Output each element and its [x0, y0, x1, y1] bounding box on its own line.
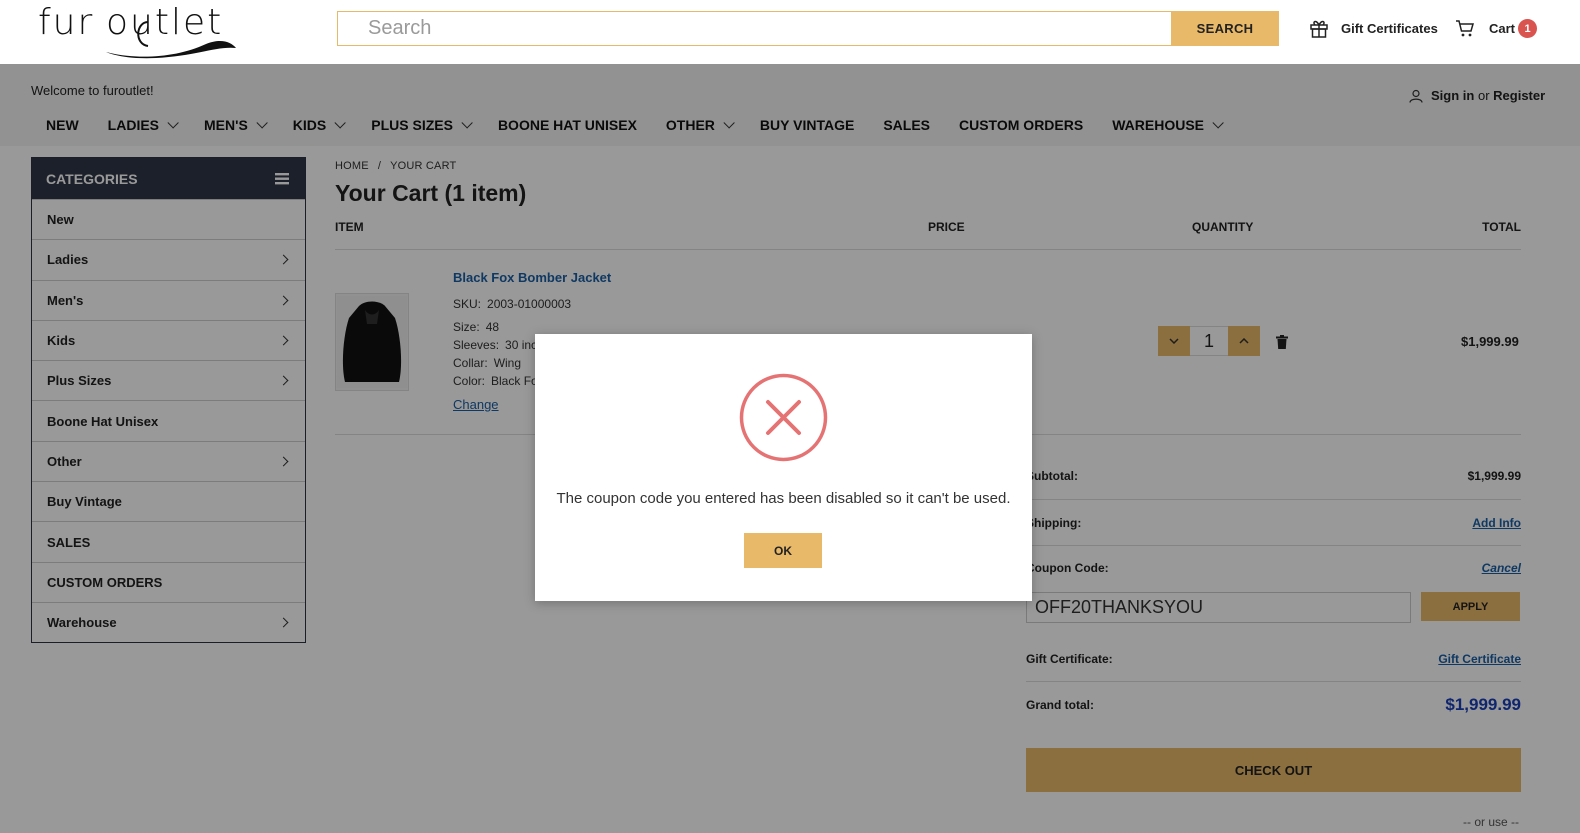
logo-word-fur: fur [38, 2, 95, 43]
logo-swoosh-icon [106, 21, 236, 59]
gift-certificates-link[interactable]: Gift Certificates [1309, 18, 1438, 38]
gift-icon [1310, 20, 1328, 38]
cart-label: Cart [1489, 20, 1516, 36]
furoutlet-logo[interactable]: fur outlet [38, 2, 236, 60]
search-bar: SEARCH [337, 11, 1279, 46]
cart-link[interactable]: Cart [1455, 18, 1515, 38]
dialog-ok-button[interactable]: OK [744, 533, 822, 568]
coupon-error-dialog: The coupon code you entered has been dis… [535, 334, 1032, 601]
search-button[interactable]: SEARCH [1171, 11, 1279, 46]
search-input[interactable] [337, 11, 1171, 46]
top-bar: fur outlet SEARCH Gift Certificates Cart… [0, 0, 1580, 64]
cart-icon [1456, 20, 1474, 37]
cart-count-badge: 1 [1518, 19, 1537, 38]
gift-certificates-label: Gift Certificates [1341, 20, 1438, 36]
error-x-icon [739, 373, 828, 462]
dialog-message: The coupon code you entered has been dis… [556, 490, 1011, 507]
